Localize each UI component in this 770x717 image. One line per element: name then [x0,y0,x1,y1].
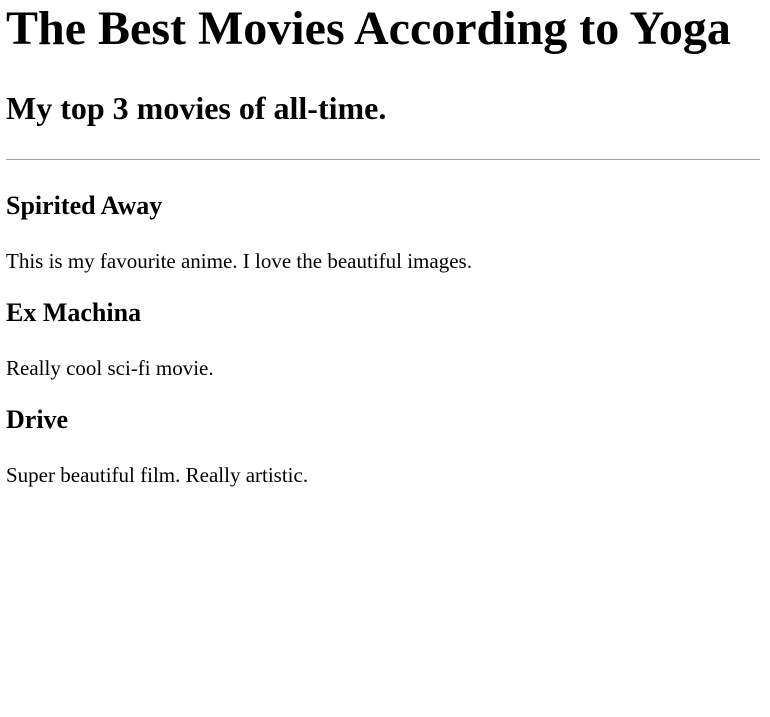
divider [6,159,760,160]
movie-description: Super beautiful film. Really artistic. [6,463,309,487]
page-title: The Best Movies According to Yoga [6,2,731,55]
page-content: The Best Movies According to Yoga My top… [0,0,770,487]
page-subtitle: My top 3 movies of all-time. [6,90,387,126]
movie-description: Really cool sci-fi movie. [6,356,214,380]
movie-item-spirited-away: Spirited Away This is my favourite anime… [6,191,760,273]
movie-item-ex-machina: Ex Machina Really cool sci-fi movie. [6,298,760,380]
movie-description: This is my favourite anime. I love the b… [6,249,472,273]
movie-title: Drive [6,405,69,434]
movie-item-drive: Drive Super beautiful film. Really artis… [6,405,760,487]
movie-title: Ex Machina [6,298,142,327]
movie-title: Spirited Away [6,191,163,220]
